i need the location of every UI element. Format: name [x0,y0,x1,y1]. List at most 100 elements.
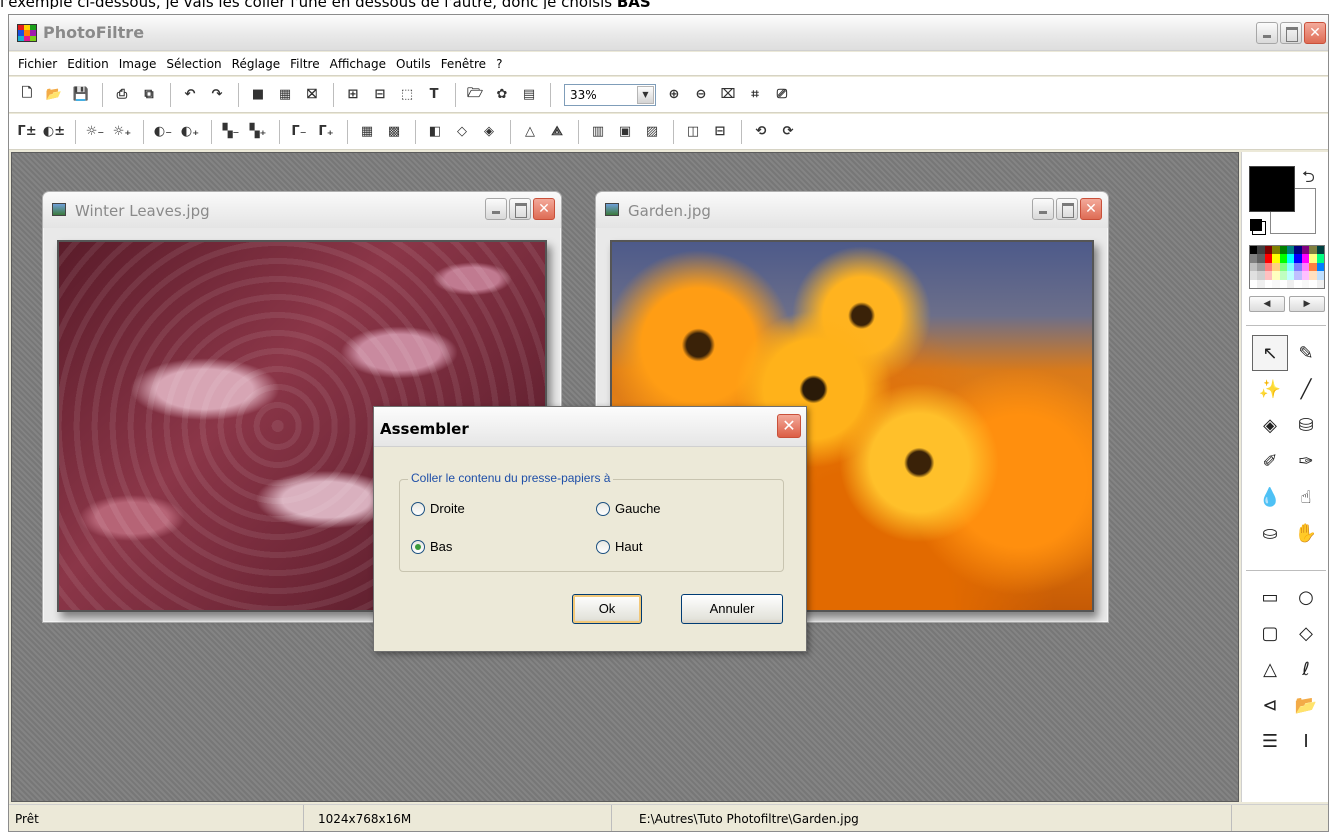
reset-colors-icon[interactable] [1250,219,1262,231]
minimize-button[interactable] [1256,22,1278,44]
advanced-brush-tool-icon[interactable]: ✑ [1288,443,1324,479]
transparency-icon[interactable]: ⛝ [300,83,324,107]
radio-haut[interactable]: Haut [596,539,642,554]
sharpen-drop-icon[interactable]: ◈ [477,120,501,144]
grayscale-icon[interactable]: ■ [246,83,270,107]
radio-gauche-circle[interactable] [596,501,610,516]
auto-contrast-icon[interactable]: ◐± [42,120,66,144]
window-icon[interactable]: ▤ [517,83,541,107]
text-icon[interactable]: T [422,83,446,107]
save-icon[interactable]: 💾 [69,83,93,107]
open-folder-icon[interactable]: 📂 [42,83,66,107]
menu-edition[interactable]: Edition [62,57,114,71]
smudge-tool-icon[interactable]: ☝ [1288,479,1324,515]
contrast-minus-icon[interactable]: ◐₋ [151,120,175,144]
scan-icon[interactable]: ⧉ [137,83,161,107]
canvas-size-icon[interactable]: ⊟ [368,83,392,107]
actual-size-icon[interactable]: ⌗ [743,83,767,107]
zoom-out-icon[interactable]: ⊖ [689,83,713,107]
zoom-in-icon[interactable]: ⊕ [662,83,686,107]
palette-prev-icon[interactable]: ◀ [1249,296,1285,312]
cancel-button[interactable]: Annuler [681,594,783,624]
rounded-rect-selection-icon[interactable]: ▢ [1252,615,1288,651]
brightness-plus-icon[interactable]: ☼₊ [110,120,134,144]
gradient-icon[interactable]: ▥ [586,120,610,144]
triangle-selection-icon[interactable]: △ [1252,651,1288,687]
undo-icon[interactable]: ↶ [178,83,202,107]
menu-fichier[interactable]: Fichier [13,57,62,71]
chevron-down-icon[interactable]: ▼ [637,85,654,104]
stamp-tool-icon[interactable]: ⛀ [1252,515,1288,551]
palette-next-icon[interactable]: ▶ [1289,296,1325,312]
brush-tool-icon[interactable]: ✐ [1252,443,1288,479]
flip-horizontal-icon[interactable]: ◫ [681,120,705,144]
maximize-button[interactable] [1056,198,1078,220]
sharpen-icon[interactable]: △ [518,120,542,144]
polygon-selection-icon[interactable]: ⊲ [1252,687,1288,723]
ellipse-selection-icon[interactable]: ○ [1288,579,1324,615]
load-shape-icon[interactable]: 📂 [1288,687,1324,723]
minimize-button[interactable] [485,198,507,220]
pointer-tool-icon[interactable]: ↖ [1252,335,1288,371]
menu-affichage[interactable]: Affichage [325,57,391,71]
lasso-selection-icon[interactable]: ℓ [1288,651,1324,687]
radio-droite[interactable]: Droite [411,501,465,516]
menu-selection[interactable]: Sélection [161,57,226,71]
image-window-titlebar[interactable]: Winter Leaves.jpg ✕ [43,192,561,228]
gamma-minus-icon[interactable]: Γ₋ [287,120,311,144]
sharpen-more-icon[interactable]: ⟁ [545,120,569,144]
diamond-selection-icon[interactable]: ◇ [1288,615,1324,651]
auto-levels-icon[interactable]: Γ± [15,120,39,144]
align-icon[interactable]: ☰ [1252,723,1288,759]
eyedropper-tool-icon[interactable]: ✎ [1288,335,1324,371]
fit-image-icon[interactable]: ⌧ [716,83,740,107]
radio-bas-circle[interactable] [411,539,425,554]
hand-tool-icon[interactable]: ✋ [1288,515,1324,551]
explorer-icon[interactable]: 🗁 [463,83,487,107]
gamma-plus-icon[interactable]: Γ₊ [314,120,338,144]
frame-icon[interactable]: ▣ [613,120,637,144]
texture-icon[interactable]: ▨ [640,120,664,144]
ok-button[interactable]: Ok [572,594,642,624]
palette-icon[interactable]: ▦ [273,83,297,107]
maximize-button[interactable] [509,198,531,220]
grid-color-icon[interactable]: ▩ [382,120,406,144]
radio-droite-circle[interactable] [411,501,425,516]
radio-bas[interactable]: Bas [411,539,452,554]
new-file-icon[interactable]: 🗋 [15,83,39,107]
blur-drop-icon[interactable]: ◇ [450,120,474,144]
print-icon[interactable]: ⎙ [110,83,134,107]
fullscreen-icon[interactable]: ⎚ [770,83,794,107]
menu-outils[interactable]: Outils [391,57,436,71]
magic-wand-tool-icon[interactable]: ✨ [1252,371,1288,407]
radio-haut-circle[interactable] [596,539,610,554]
menu-fenetre[interactable]: Fenêtre [436,57,491,71]
zoom-combobox[interactable]: 33% ▼ [564,83,656,106]
maximize-button[interactable] [1280,22,1302,44]
menu-filtre[interactable]: Filtre [285,57,324,71]
rectangle-selection-icon[interactable]: ▭ [1252,579,1288,615]
spray-tool-icon[interactable]: ⛁ [1288,407,1324,443]
crop-icon[interactable]: ⬚ [395,83,419,107]
radio-gauche[interactable]: Gauche [596,501,661,516]
saturation-minus-icon[interactable]: ▚₋ [219,120,243,144]
line-tool-icon[interactable]: ╱ [1288,371,1324,407]
foreground-color-swatch[interactable] [1249,166,1295,212]
close-button[interactable]: ✕ [533,198,555,220]
menu-image[interactable]: Image [114,57,162,71]
image-size-icon[interactable]: ⊞ [341,83,365,107]
close-button[interactable]: ✕ [1080,198,1102,220]
contrast-plus-icon[interactable]: ◐₊ [178,120,202,144]
fill-tool-icon[interactable]: ◈ [1252,407,1288,443]
close-button[interactable]: ✕ [1304,22,1326,44]
brightness-minus-icon[interactable]: ☼₋ [83,120,107,144]
menu-help[interactable]: ? [491,57,507,71]
text-cursor-icon[interactable]: Ⅰ [1288,723,1324,759]
plugins-icon[interactable]: ✿ [490,83,514,107]
rotate-left-icon[interactable]: ⟲ [749,120,773,144]
color-palette[interactable] [1249,245,1325,289]
minimize-button[interactable] [1032,198,1054,220]
redo-icon[interactable]: ↷ [205,83,229,107]
dialog-titlebar[interactable]: Assembler ✕ [374,407,806,447]
saturation-plus-icon[interactable]: ▚₊ [246,120,270,144]
